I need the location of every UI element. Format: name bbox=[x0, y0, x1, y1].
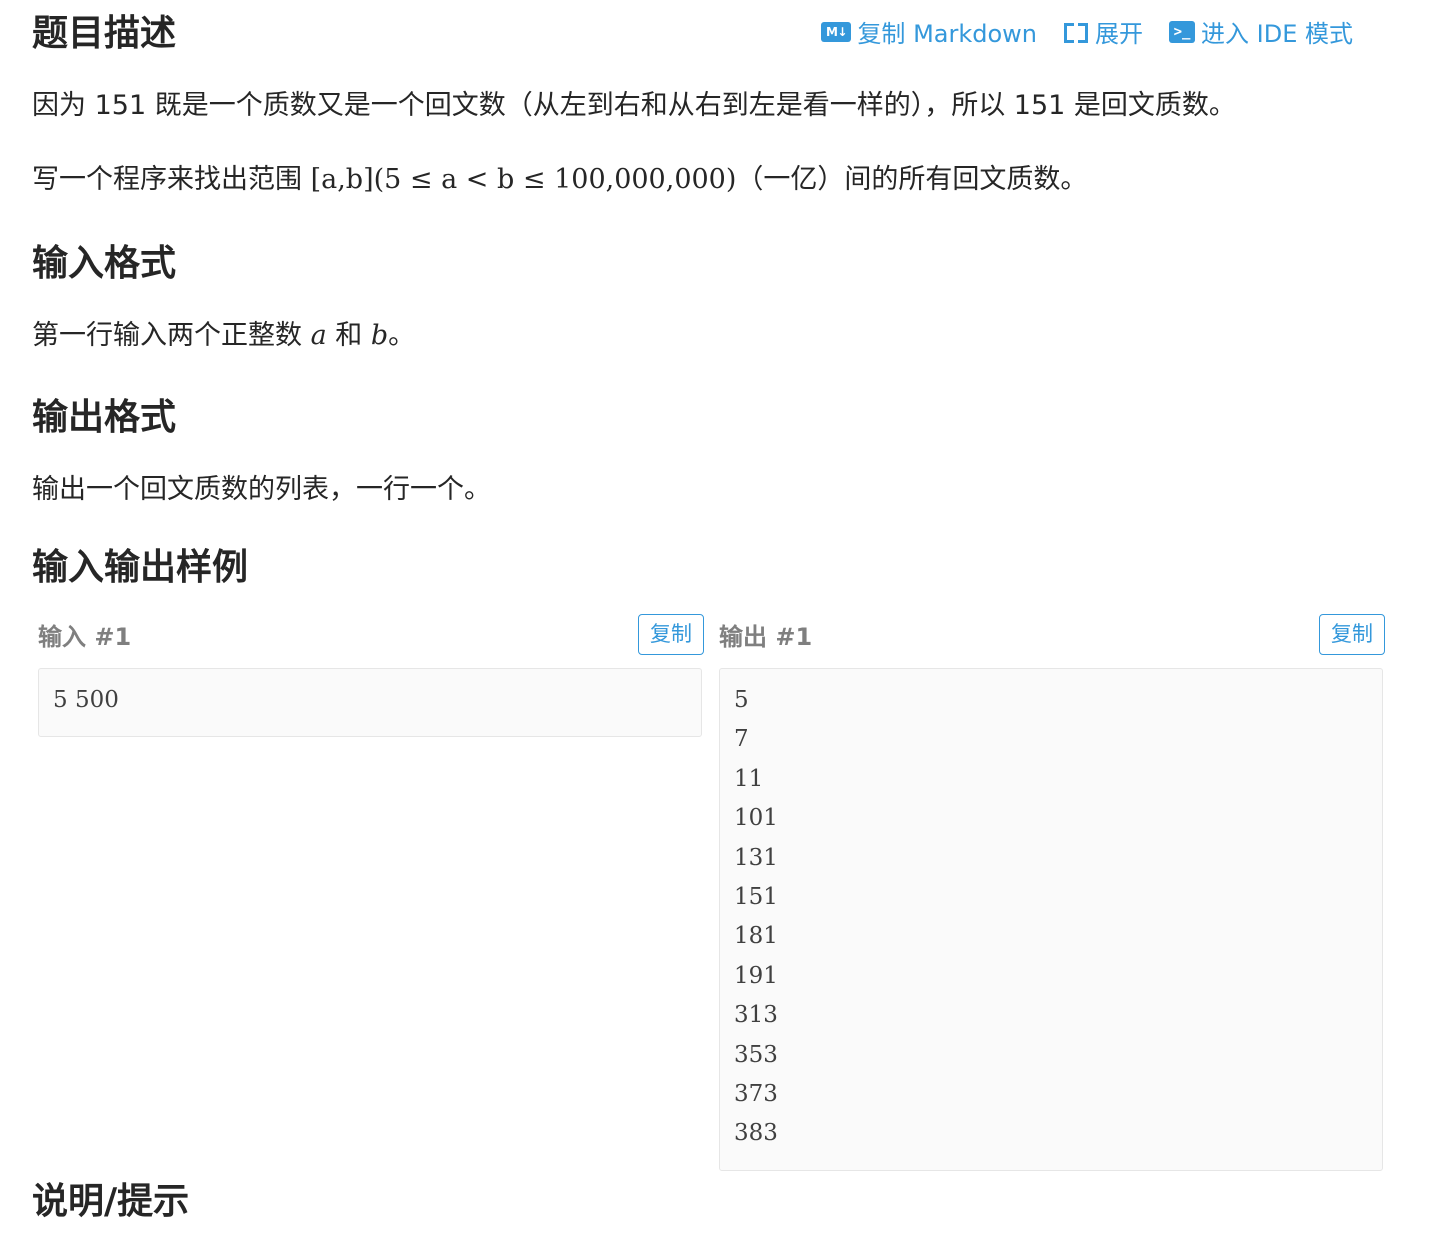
markdown-icon: M↓ bbox=[821, 21, 852, 42]
sample-output-box[interactable]: 5 7 11 101 131 151 181 191 313 353 373 383 bbox=[719, 668, 1383, 1171]
sample-line: 191 bbox=[734, 962, 778, 989]
sample-input-header: 输入 #1 复制 bbox=[38, 614, 704, 656]
output-format-text: 输出一个回文质数的列表，一行一个。 bbox=[32, 474, 491, 505]
sample-line: 131 bbox=[734, 844, 778, 871]
sample-line: 5 bbox=[734, 687, 749, 713]
copy-input-button[interactable]: 复制 bbox=[638, 614, 704, 656]
hint-heading: 说明/提示 bbox=[32, 1181, 190, 1222]
copy-output-button[interactable]: 复制 bbox=[1319, 614, 1385, 656]
input-format-heading: 输入格式 bbox=[32, 243, 177, 284]
var-b: b bbox=[370, 320, 389, 351]
sample-output-header: 输出 #1 复制 bbox=[719, 614, 1385, 656]
copy-markdown-label: 复制 Markdown bbox=[857, 20, 1038, 48]
samples-heading: 输入输出样例 bbox=[32, 547, 249, 588]
expand-icon bbox=[1063, 21, 1089, 43]
output-format-heading: 输出格式 bbox=[32, 397, 177, 438]
input-format-mid: 和 bbox=[326, 320, 371, 351]
sample-line: 383 bbox=[734, 1120, 778, 1147]
description-heading: 题目描述 bbox=[32, 13, 177, 54]
sample-line: 353 bbox=[734, 1041, 778, 1068]
expand-label: 展开 bbox=[1095, 20, 1144, 48]
para2-suffix: （一亿）间的所有回文质数。 bbox=[736, 164, 1088, 195]
input-format-prefix: 第一行输入两个正整数 bbox=[32, 320, 311, 351]
input-format-text: 第一行输入两个正整数 a 和 b。 bbox=[32, 320, 415, 352]
sample-output-title: 输出 #1 bbox=[719, 623, 813, 652]
expand-button[interactable]: 展开 bbox=[1063, 14, 1143, 49]
sample-line: 101 bbox=[734, 805, 778, 832]
toolbar: M↓ 复制 Markdown 展开 >_ 进入 IDE 模式 bbox=[821, 14, 1353, 49]
description-paragraph-1: 因为 151 既是一个质数又是一个回文数（从左到右和从右到左是看一样的），所以 … bbox=[32, 90, 1236, 121]
sample-input-title: 输入 #1 bbox=[38, 623, 132, 652]
sample-line: 151 bbox=[734, 883, 778, 910]
sample-line: 7 bbox=[734, 726, 749, 753]
para2-prefix: 写一个程序来找出范围 bbox=[32, 164, 311, 195]
terminal-icon: >_ bbox=[1169, 20, 1196, 43]
sample-line: 181 bbox=[734, 923, 778, 950]
ide-mode-button[interactable]: >_ 进入 IDE 模式 bbox=[1169, 14, 1353, 49]
ide-mode-label: 进入 IDE 模式 bbox=[1201, 20, 1353, 48]
input-format-suffix: 。 bbox=[388, 320, 416, 351]
var-a: a bbox=[310, 320, 327, 351]
sample-input-box[interactable]: 5 500 bbox=[38, 668, 702, 738]
description-paragraph-2: 写一个程序来找出范围 [a,b](5 ≤ a < b ≤ 100,000,000… bbox=[32, 164, 1087, 196]
copy-markdown-button[interactable]: M↓ 复制 Markdown bbox=[821, 14, 1037, 49]
sample-line: 5 500 bbox=[53, 687, 119, 713]
sample-line: 373 bbox=[734, 1080, 778, 1107]
sample-line: 11 bbox=[734, 765, 764, 792]
range-formula: [a,b](5 ≤ a < b ≤ 100,000,000) bbox=[310, 164, 737, 195]
sample-line: 313 bbox=[734, 1002, 778, 1029]
